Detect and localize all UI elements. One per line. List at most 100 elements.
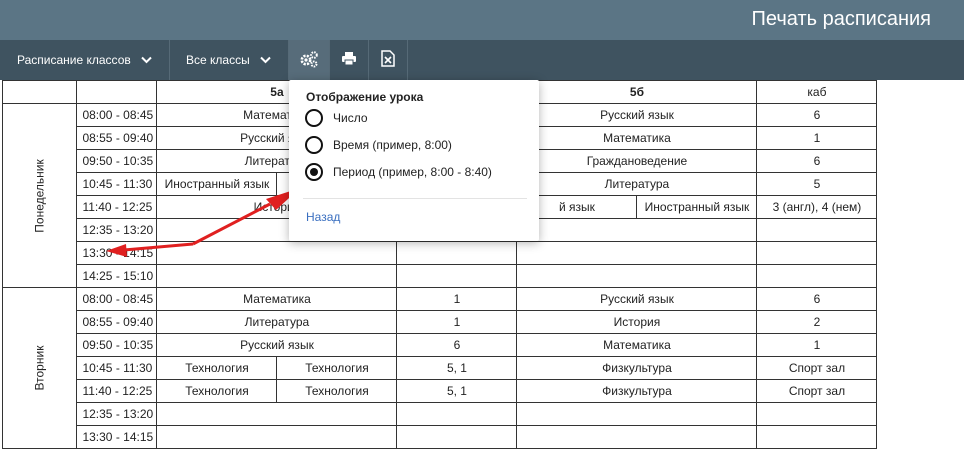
time-cell: 12:35 - 13:20 — [76, 402, 158, 426]
room-cell: 6 — [756, 103, 878, 127]
subject-cell — [516, 264, 758, 288]
room-cell: 5, 1 — [396, 379, 518, 403]
time-header-cell — [76, 80, 158, 104]
divider — [303, 198, 527, 199]
time-cell: 09:50 - 10:35 — [76, 149, 158, 173]
room-cell — [756, 218, 878, 242]
room-cell — [396, 402, 518, 426]
class-filter-dropdown[interactable]: Все классы — [170, 40, 289, 80]
option-period[interactable]: Период (пример, 8:00 - 8:40) — [305, 163, 492, 181]
subject-cell: Математика — [516, 333, 758, 357]
room-cell: 1 — [396, 310, 518, 334]
export-excel-button[interactable] — [369, 40, 408, 80]
option-label: Период (пример, 8:00 - 8:40) — [333, 165, 492, 179]
room-cell — [756, 425, 878, 449]
popup-title: Отображение урока — [306, 90, 424, 104]
subject-cell — [516, 218, 758, 242]
option-number[interactable]: Число — [305, 109, 368, 127]
app-header: Печать расписания — [0, 0, 964, 40]
subject-cell: Технология — [276, 379, 398, 403]
day-cell: Понедельник — [1, 103, 78, 288]
time-cell: 09:50 - 10:35 — [76, 333, 158, 357]
subject-cell: Технология — [156, 356, 278, 380]
subject-cell — [156, 264, 398, 288]
room-cell — [756, 264, 878, 288]
room-cell — [396, 264, 518, 288]
subject-cell — [516, 425, 758, 449]
room-cell: 5, 1 — [396, 356, 518, 380]
day-cell: Вторник — [1, 287, 78, 449]
option-time[interactable]: Время (пример, 8:00) — [305, 136, 452, 154]
subject-cell: Технология — [156, 379, 278, 403]
subject-cell: Иностранный язык — [156, 172, 278, 196]
printer-icon — [341, 51, 357, 69]
table-row: 14:25 - 15:10 — [3, 264, 878, 288]
radio-unchecked-icon — [305, 109, 323, 127]
time-cell: 11:40 - 12:25 — [76, 379, 158, 403]
print-button[interactable] — [330, 40, 369, 80]
table-row: 13:30 - 14:15 — [3, 425, 878, 449]
schedule-type-label: Расписание классов — [17, 53, 131, 67]
table-row: Вторник 08:00 - 08:45 Математика 1 Русский я… — [1, 287, 878, 449]
time-cell: 08:55 - 09:40 — [76, 126, 158, 150]
toolbar: Расписание классов Все классы — [0, 40, 964, 80]
subject-cell: Литература — [156, 310, 398, 334]
room-cell — [756, 402, 878, 426]
room-cell: 6 — [756, 287, 878, 311]
excel-icon — [381, 50, 395, 70]
time-cell: 08:55 - 09:40 — [76, 310, 158, 334]
room-cell: 3 (англ), 4 (нем) — [756, 195, 878, 219]
time-cell: 10:45 - 11:30 — [76, 172, 158, 196]
room-cell — [756, 241, 878, 265]
day-label: Понедельник — [32, 158, 47, 233]
table-row: 09:50 - 10:35 Русский язык 6 Математика 1 — [3, 333, 878, 357]
subject-cell — [516, 402, 758, 426]
subject-cell: Математика — [516, 126, 758, 150]
subject-cell: Русский язык — [156, 333, 398, 357]
room-cell: 2 — [756, 310, 878, 334]
radio-unchecked-icon — [305, 136, 323, 154]
chevron-down-icon — [141, 53, 152, 67]
table-row: 08:55 - 09:40 Литература 1 История 2 — [3, 310, 878, 334]
time-cell: 11:40 - 12:25 — [76, 195, 158, 219]
subject-cell: Литература — [516, 172, 758, 196]
room-cell — [396, 425, 518, 449]
room-cell: 5 — [756, 172, 878, 196]
room-cell: 1 — [396, 287, 518, 311]
subject-cell — [156, 425, 398, 449]
subject-cell — [516, 241, 758, 265]
back-link[interactable]: Назад — [306, 210, 340, 224]
time-cell: 13:30 - 14:15 — [76, 241, 158, 265]
option-label: Время (пример, 8:00) — [333, 138, 452, 152]
page-title: Печать расписания — [751, 8, 932, 30]
time-cell: 14:25 - 15:10 — [76, 264, 158, 288]
option-label: Число — [333, 111, 368, 125]
time-cell: 13:30 - 14:15 — [76, 425, 158, 449]
display-settings-button[interactable] — [289, 40, 330, 80]
room-cell: Спорт зал — [756, 356, 878, 380]
room-header-cell: каб — [756, 80, 878, 104]
room-cell: 6 — [396, 333, 518, 357]
day-label: Вторник — [32, 345, 47, 391]
subject-cell: Русский язык — [516, 287, 758, 311]
subject-cell: История — [516, 310, 758, 334]
room-cell: 6 — [756, 149, 878, 173]
subject-cell — [156, 241, 398, 265]
table-row: 10:45 - 11:30 Технология Технология 5, 1 Физ… — [3, 356, 878, 380]
subject-cell: Физкультура — [516, 379, 758, 403]
subject-cell: Иностранный язык — [636, 195, 758, 219]
chevron-down-icon — [259, 53, 271, 67]
class-5b-header: 5б — [516, 80, 758, 104]
gears-icon — [299, 50, 319, 71]
class-filter-label: Все классы — [186, 53, 250, 67]
room-cell: 1 — [756, 333, 878, 357]
subject-cell: Русский язык — [516, 103, 758, 127]
time-cell: 10:45 - 11:30 — [76, 356, 158, 380]
subject-cell: Граждановедение — [516, 149, 758, 173]
time-cell: 12:35 - 13:20 — [76, 218, 158, 242]
schedule-type-dropdown[interactable]: Расписание классов — [0, 40, 170, 80]
room-cell — [396, 241, 518, 265]
radio-checked-icon — [305, 163, 323, 181]
room-cell: Спорт зал — [756, 379, 878, 403]
table-row: 11:40 - 12:25 Технология Технология 5, 1 Физ… — [3, 379, 878, 403]
